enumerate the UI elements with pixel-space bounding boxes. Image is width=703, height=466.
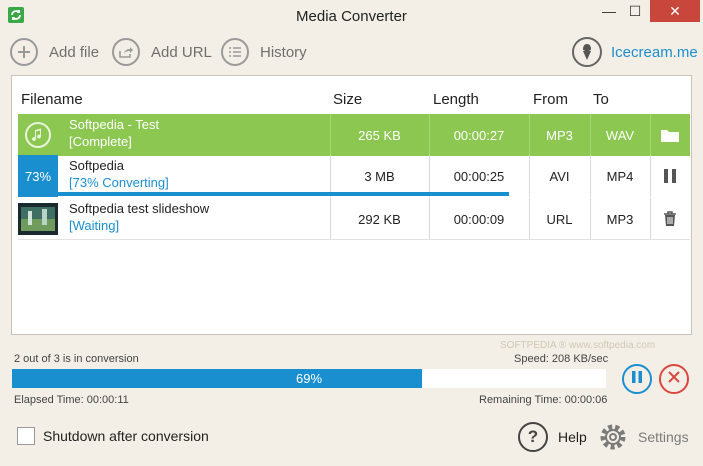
question-icon: ? — [518, 422, 548, 452]
minimize-button[interactable]: — — [596, 0, 622, 22]
watermark: SOFTPEDIA ® www.softpedia.com — [500, 340, 656, 351]
elapsed-time: Elapsed Time: 00:00:11 — [14, 394, 129, 406]
add-file-label: Add file — [49, 43, 100, 61]
shutdown-checkbox[interactable] — [17, 427, 35, 445]
add-url-label: Add URL — [151, 43, 212, 61]
file-to: MP3 — [606, 211, 634, 227]
overall-progress-bar: 69% — [12, 369, 606, 388]
file-to: MP4 — [606, 168, 634, 184]
file-name: Softpedia test slideshow — [69, 201, 210, 216]
remaining-time: Remaining Time: 00:00:06 — [479, 394, 608, 406]
help-button[interactable]: ? Help — [518, 422, 587, 452]
audio-file-icon — [18, 114, 58, 156]
gear-icon — [598, 422, 628, 452]
file-length: 00:00:27 — [453, 127, 505, 143]
column-header-length[interactable]: Length — [433, 91, 479, 108]
file-status: [Complete] — [69, 134, 132, 149]
icecream-logo-icon — [572, 37, 602, 67]
column-header-filename[interactable]: Filename — [21, 91, 83, 108]
pause-icon — [631, 370, 643, 389]
overall-progress-label: 69% — [295, 371, 323, 386]
video-thumbnail — [18, 198, 58, 240]
file-size: 292 KB — [358, 211, 401, 227]
file-progress-bar — [18, 192, 509, 196]
file-name: Softpedia - Test — [69, 117, 160, 132]
plus-icon — [10, 38, 38, 66]
file-status: [73% Converting] — [69, 175, 169, 190]
history-label: History — [260, 43, 307, 61]
speed-readout: Speed: 208 KB/sec — [514, 353, 609, 365]
progress-badge: 73% — [18, 155, 58, 197]
close-icon — [668, 370, 680, 388]
share-link-icon — [112, 38, 140, 66]
folder-icon[interactable] — [650, 114, 690, 156]
file-from: URL — [546, 211, 573, 227]
file-from: MP3 — [546, 127, 573, 143]
help-label: Help — [558, 429, 587, 445]
file-from: AVI — [549, 168, 570, 184]
trash-icon[interactable] — [650, 198, 690, 240]
file-to: WAV — [605, 127, 635, 143]
shutdown-label: Shutdown after conversion — [43, 428, 209, 444]
maximize-button[interactable]: ☐ — [622, 0, 648, 22]
file-row-waiting[interactable]: Softpedia test slideshow [Waiting] 292 K… — [18, 198, 690, 240]
title-bar: Media Converter — ☐ ✕ — [0, 0, 703, 32]
file-size: 3 MB — [364, 168, 395, 184]
conversion-count: 2 out of 3 is in conversion — [14, 353, 139, 365]
add-url-button[interactable]: Add URL — [112, 37, 212, 67]
add-file-button[interactable]: Add file — [10, 37, 99, 67]
icecream-link[interactable]: Icecream.me — [611, 44, 698, 61]
history-button[interactable]: History — [221, 37, 307, 67]
file-size: 265 KB — [358, 127, 401, 143]
column-header-to[interactable]: To — [593, 91, 609, 108]
file-length: 00:00:25 — [453, 168, 505, 184]
pause-icon[interactable] — [650, 155, 690, 197]
settings-button[interactable]: Settings — [598, 422, 689, 452]
cancel-all-button[interactable] — [659, 364, 689, 394]
column-header-size[interactable]: Size — [333, 91, 362, 108]
brand-link[interactable]: Icecream.me — [572, 37, 698, 67]
list-icon — [221, 38, 249, 66]
file-name: Softpedia — [69, 158, 124, 173]
column-header-from[interactable]: From — [533, 91, 568, 108]
file-row-complete[interactable]: Softpedia - Test [Complete] 265 KB 00:00… — [18, 114, 690, 156]
file-status: [Waiting] — [69, 218, 120, 233]
pause-all-button[interactable] — [622, 364, 652, 394]
file-length: 00:00:09 — [453, 211, 505, 227]
file-row-converting[interactable]: 73% Softpedia [73% Converting] 3 MB 00:0… — [18, 155, 690, 197]
close-button[interactable]: ✕ — [650, 0, 700, 22]
shutdown-option[interactable]: Shutdown after conversion — [17, 427, 209, 445]
settings-label: Settings — [638, 429, 689, 445]
file-list: Filename Size Length From To Softpedia -… — [11, 75, 692, 335]
